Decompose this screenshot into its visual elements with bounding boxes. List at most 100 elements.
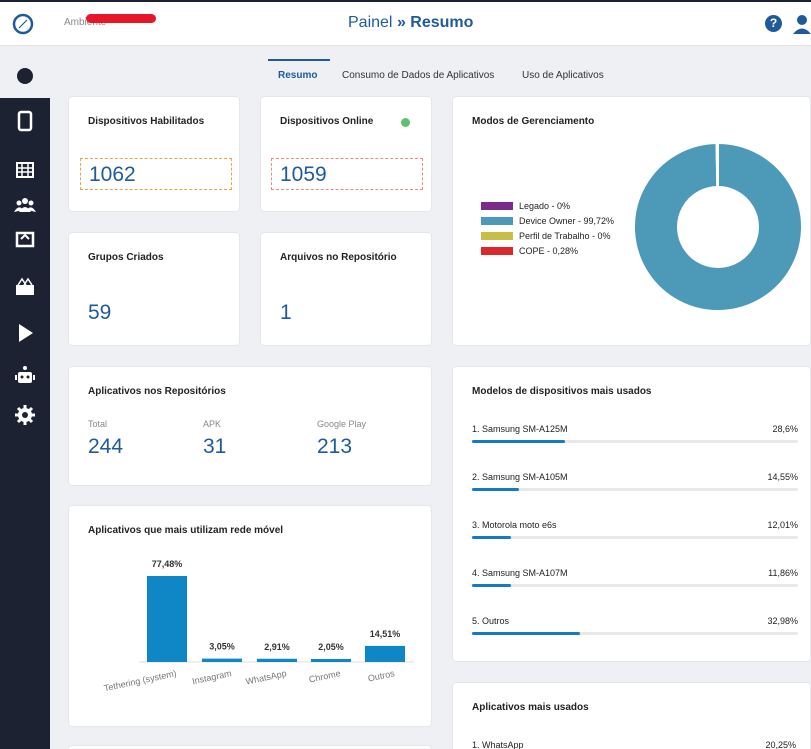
model-progress-track	[472, 632, 798, 635]
management-donut-chart	[633, 141, 803, 312]
card-dispositivos-habilitados: Dispositivos Habilitados 1062	[68, 96, 240, 212]
card-grupos-criados: Grupos Criados 59	[68, 232, 240, 346]
model-name: 4. Samsung SM-A107M	[472, 568, 568, 578]
bar-category-label: Chrome	[308, 668, 341, 684]
model-progress-track	[472, 584, 798, 587]
model-progress-fill	[472, 584, 511, 587]
total-label: Total	[88, 419, 108, 429]
card-title: Dispositivos Online	[280, 116, 374, 127]
files-value: 1	[280, 301, 292, 324]
user-icon[interactable]	[793, 14, 811, 34]
active-tab-indicator	[268, 59, 330, 61]
model-name: 5. Outros	[472, 616, 510, 626]
top-app-name: 1. WhatsApp	[472, 740, 524, 749]
bar-value-label: 2,05%	[318, 642, 344, 652]
title-prefix: Painel	[348, 14, 393, 31]
card-title: Modos de Gerenciamento	[472, 116, 595, 127]
card-title: Aplicativos nos Repositórios	[88, 386, 226, 397]
grid-icon[interactable]	[13, 158, 37, 182]
card-dispositivos-online: Dispositivos Online 1059	[260, 96, 432, 212]
tab-consumo-dados[interactable]: Consumo de Dados de Aplicativos	[342, 70, 494, 81]
phone-icon[interactable]	[13, 109, 37, 133]
google-play-value: 213	[317, 435, 353, 458]
model-pct: 32,98%	[767, 616, 798, 626]
bar-chrome[interactable]	[311, 659, 351, 662]
legend-item: Legado - 0%	[481, 201, 570, 211]
bar-value-label: 14,51%	[370, 629, 401, 639]
model-progress-fill	[472, 488, 520, 491]
card-aplicativos-mais-usados: Aplicativos mais usados 1. WhatsApp 20,2…	[452, 682, 811, 749]
model-row: 4. Samsung SM-A107M 11,86%	[472, 568, 798, 598]
model-progress-fill	[472, 632, 580, 635]
bar-category-label: Instagram	[191, 668, 232, 686]
model-pct: 11,86%	[768, 568, 798, 578]
gear-icon[interactable]	[13, 403, 37, 427]
card-modelos-dispositivos: Modelos de dispositivos mais usados 1. S…	[452, 366, 811, 662]
model-pct: 28,6%	[772, 424, 798, 434]
legend-label: COPE - 0,28%	[519, 246, 579, 256]
card-partial-bottom	[68, 745, 432, 749]
model-progress-track	[472, 536, 798, 539]
tab-uso-aplicativos[interactable]: Uso de Aplicativos	[522, 70, 604, 81]
bar-category-label: Tethering (system)	[103, 668, 177, 693]
robot-icon[interactable]	[13, 364, 37, 388]
card-title: Aplicativos mais usados	[472, 702, 589, 713]
model-progress-track	[472, 440, 798, 443]
bar-value-label: 77,48%	[152, 559, 183, 569]
page-title: Painel » Resumo	[348, 14, 473, 32]
play-store-icon[interactable]	[13, 321, 37, 345]
redacted-environment-name	[86, 14, 156, 23]
card-title: Arquivos no Repositório	[280, 252, 397, 263]
bar-category-label: WhatsApp	[245, 668, 288, 686]
card-title: Dispositivos Habilitados	[88, 116, 205, 127]
legend-label: Legado - 0%	[519, 201, 571, 211]
legend-swatch	[481, 232, 513, 240]
card-arquivos-repositorio: Arquivos no Repositório 1	[260, 232, 432, 346]
apk-label: APK	[203, 419, 222, 429]
model-row: 3. Motorola moto e6s 12,01%	[472, 520, 798, 550]
legend-item: COPE - 0,28%	[481, 246, 578, 256]
enabled-devices-value: 1062	[80, 158, 232, 190]
model-pct: 14,55%	[767, 472, 798, 482]
card-rede-movel: Aplicativos que mais utilizam rede móvel…	[68, 505, 432, 727]
model-name: 3. Motorola moto e6s	[472, 520, 557, 530]
collapse-icon[interactable]	[17, 68, 33, 84]
card-title: Grupos Criados	[88, 252, 164, 263]
model-name: 2. Samsung SM-A105M	[472, 472, 568, 482]
model-progress-fill	[472, 536, 512, 539]
legend-label: Perfil de Trabalho - 0%	[519, 231, 611, 241]
inbox-icon[interactable]	[13, 227, 37, 251]
mobile-data-bar-chart: 77,48% Tethering (system) 3,05% Instagram 2,…	[103, 559, 414, 693]
bar-outros[interactable]	[365, 645, 405, 662]
bar-tethering-system-[interactable]	[147, 576, 187, 662]
app-logo-icon[interactable]	[10, 11, 36, 37]
card-title: Modelos de dispositivos mais usados	[472, 386, 652, 397]
card-aplicativos-repositorios: Aplicativos nos Repositórios Total 244 A…	[68, 366, 432, 486]
sidebar	[0, 46, 50, 749]
bar-whatsapp[interactable]	[257, 658, 297, 662]
help-icon[interactable]: ?	[765, 15, 782, 32]
bar-value-label: 3,05%	[209, 642, 235, 652]
legend-label: Device Owner - 99,72%	[519, 216, 615, 226]
legend-swatch	[481, 217, 513, 225]
model-pct: 12,01%	[767, 520, 798, 530]
google-play-label: Google Play	[317, 419, 367, 429]
tab-resumo[interactable]: Resumo	[278, 70, 317, 81]
legend-item: Perfil de Trabalho - 0%	[481, 231, 611, 241]
top-bar: Ambiente Painel » Resumo ?	[0, 0, 811, 46]
title-main: Resumo	[410, 14, 474, 31]
bar-instagram[interactable]	[202, 658, 242, 662]
apk-value: 31	[203, 435, 227, 458]
legend-swatch	[481, 202, 513, 210]
legend-item: Device Owner - 99,72%	[481, 216, 614, 226]
devices-icon[interactable]	[13, 276, 37, 300]
model-progress-fill	[472, 440, 566, 443]
model-name: 1. Samsung SM-A125M	[472, 424, 568, 434]
sidebar-toggle[interactable]	[0, 46, 50, 98]
bar-category-label: Outros	[367, 668, 396, 684]
groups-icon[interactable]	[13, 193, 37, 217]
card-modos-gerenciamento: Modos de Gerenciamento Legado - 0% Device…	[452, 96, 811, 346]
model-row: 1. Samsung SM-A125M 28,6%	[472, 424, 798, 454]
donut-slice-cope[interactable]	[715, 141, 719, 189]
total-value: 244	[88, 435, 124, 458]
